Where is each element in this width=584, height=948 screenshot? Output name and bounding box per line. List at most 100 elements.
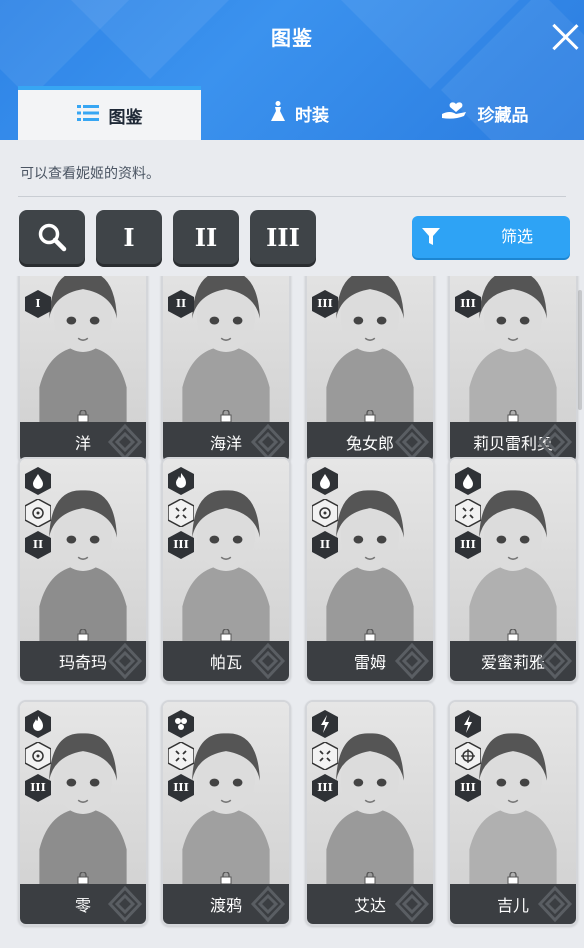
collection-screen: 图鉴 图鉴 时装 珍藏品 可以查看妮姬的资料。 I II III 筛选 I 洋 … — [0, 0, 584, 948]
company-emblem-icon — [537, 423, 573, 461]
burst-label: III — [317, 297, 333, 310]
character-card[interactable]: II 玛奇玛 — [18, 457, 148, 683]
weapon-cross-icon — [455, 499, 481, 527]
weapon-circle-icon — [25, 742, 51, 770]
lock-icon — [220, 410, 232, 422]
weapon-cross-icon — [312, 742, 338, 770]
company-emblem-icon — [107, 423, 143, 461]
tab-label: 珍藏品 — [477, 105, 529, 126]
burst-badge: III — [455, 774, 481, 802]
burst-badge: III — [168, 774, 194, 802]
burst-filter-1-button[interactable]: I — [96, 210, 162, 264]
character-grid[interactable]: I 洋 II 海洋 III 兔女郎 III 莉贝雷利奥 II 玛奇玛 III 帕瓦 II 雷姆 III 爱蜜莉… — [0, 276, 584, 948]
burst-filter-2-button[interactable]: II — [173, 210, 239, 264]
burst-label: III — [30, 781, 46, 794]
burst-label: III — [460, 781, 476, 794]
character-card[interactable]: III 莉贝雷利奥 — [448, 276, 578, 464]
element-water-icon — [312, 467, 338, 495]
character-card[interactable]: I洋 — [18, 276, 148, 464]
element-water-icon — [25, 467, 51, 495]
filter-button[interactable]: 筛选 — [412, 216, 570, 258]
search-button[interactable] — [19, 210, 85, 264]
character-card[interactable]: II 海洋 — [161, 276, 291, 464]
header: 图鉴 图鉴 时装 珍藏品 — [0, 0, 584, 140]
burst-label: I — [35, 297, 41, 310]
company-emblem-icon — [394, 642, 430, 680]
burst-badge: I — [25, 290, 51, 318]
company-emblem-icon — [107, 642, 143, 680]
company-emblem-icon — [107, 885, 143, 923]
character-card[interactable]: III 帕瓦 — [161, 457, 291, 683]
weapon-circle-icon — [25, 499, 51, 527]
tab-outfits[interactable]: 时装 — [250, 86, 350, 140]
company-emblem-icon — [250, 423, 286, 461]
lock-icon — [77, 872, 89, 884]
search-icon — [38, 223, 67, 252]
element-water-icon — [455, 467, 481, 495]
element-electric-icon — [455, 710, 481, 738]
character-card[interactable]: III 爱蜜莉雅 — [448, 457, 578, 683]
burst-label: III — [460, 538, 476, 551]
lock-icon — [77, 629, 89, 641]
dress-icon — [271, 100, 285, 126]
burst-badge: II — [25, 531, 51, 559]
weapon-circle-icon — [312, 499, 338, 527]
character-card[interactable]: III 渡鸦 — [161, 700, 291, 926]
burst-badge: III — [455, 290, 481, 318]
burst-badge: III — [312, 290, 338, 318]
character-card[interactable]: III 零 — [18, 700, 148, 926]
heart-hand-icon — [441, 101, 468, 125]
burst-badge: II — [312, 531, 338, 559]
tab-treasures[interactable]: 珍藏品 — [430, 86, 540, 140]
lock-icon — [364, 872, 376, 884]
company-emblem-icon — [250, 642, 286, 680]
lock-icon — [507, 629, 519, 641]
burst-label: III — [173, 781, 189, 794]
filter-label: 筛选 — [500, 227, 533, 246]
lock-icon — [220, 629, 232, 641]
divider — [18, 196, 566, 197]
burst-badge: III — [455, 531, 481, 559]
element-iron-icon — [168, 710, 194, 738]
element-fire-icon — [25, 710, 51, 738]
burst-label: III — [317, 781, 333, 794]
close-button[interactable] — [550, 22, 580, 52]
tab-label: 时装 — [295, 105, 329, 126]
company-emblem-icon — [250, 885, 286, 923]
character-card[interactable]: III 艾达 — [305, 700, 435, 926]
lock-icon — [364, 629, 376, 641]
lock-icon — [220, 872, 232, 884]
lock-icon — [507, 410, 519, 422]
element-fire-icon — [168, 467, 194, 495]
burst-label: II — [319, 538, 331, 551]
company-emblem-icon — [537, 885, 573, 923]
tab-bar: 图鉴 时装 珍藏品 — [0, 86, 584, 140]
scrollbar[interactable] — [578, 290, 582, 410]
burst-label: II — [175, 297, 187, 310]
tab-label: 图鉴 — [108, 107, 143, 128]
funnel-icon — [422, 228, 440, 245]
list-icon — [76, 104, 99, 126]
lock-icon — [507, 872, 519, 884]
page-title: 图鉴 — [271, 26, 313, 50]
element-electric-icon — [312, 710, 338, 738]
lock-icon — [77, 410, 89, 422]
description-text: 可以查看妮姬的资料。 — [20, 166, 160, 182]
tab-collection[interactable]: 图鉴 — [18, 86, 201, 140]
burst-badge: II — [168, 290, 194, 318]
burst-badge: III — [312, 774, 338, 802]
burst-label: III — [460, 297, 476, 310]
character-card[interactable]: II 雷姆 — [305, 457, 435, 683]
burst-label: II — [32, 538, 44, 551]
lock-icon — [364, 410, 376, 422]
character-card[interactable]: III 兔女郎 — [305, 276, 435, 464]
burst-label: III — [173, 538, 189, 551]
company-emblem-icon — [537, 642, 573, 680]
character-card[interactable]: III 吉儿 — [448, 700, 578, 926]
burst-badge: III — [25, 774, 51, 802]
company-emblem-icon — [394, 885, 430, 923]
burst-filter-3-button[interactable]: III — [250, 210, 316, 264]
company-emblem-icon — [394, 423, 430, 461]
burst-badge: III — [168, 531, 194, 559]
weapon-target-icon — [455, 742, 481, 770]
